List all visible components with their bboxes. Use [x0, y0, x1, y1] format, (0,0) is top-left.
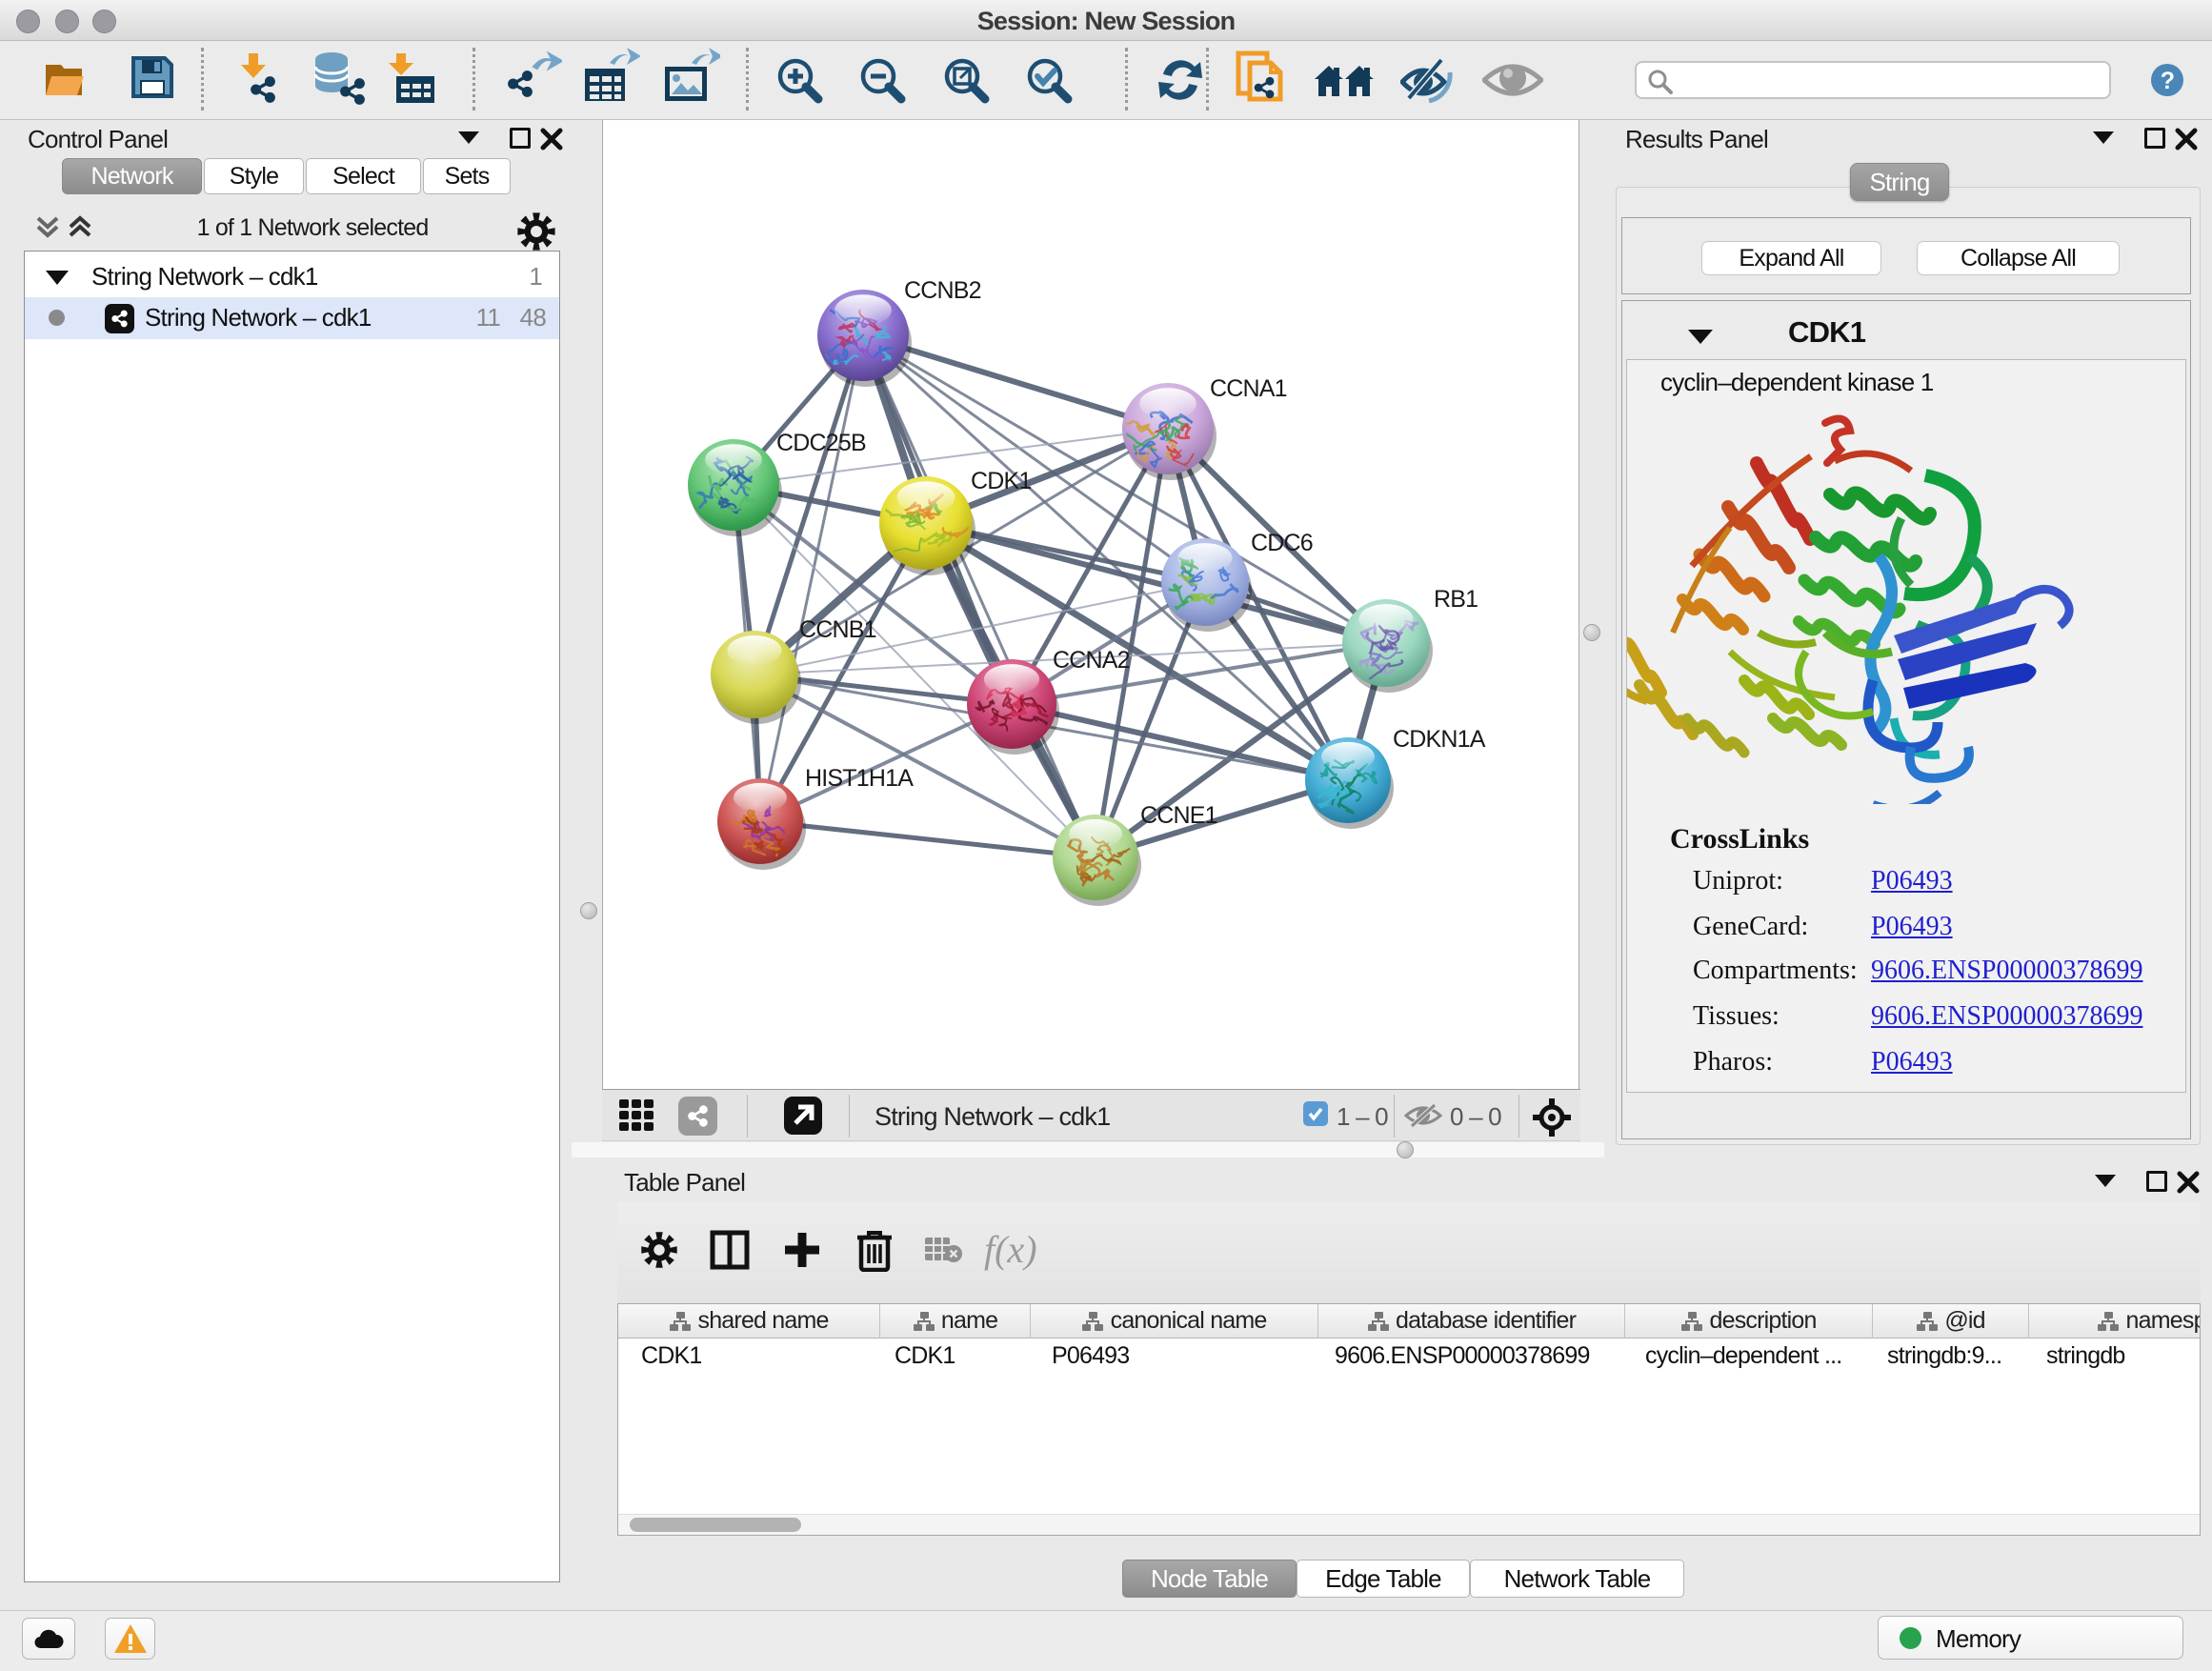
svg-text:CCNB1: CCNB1	[799, 616, 876, 643]
svg-text:CDC6: CDC6	[1251, 530, 1313, 556]
svg-text:CDK1: CDK1	[971, 468, 1032, 494]
svg-text:CCNA2: CCNA2	[1053, 647, 1130, 674]
svg-text:CDKN1A: CDKN1A	[1393, 726, 1486, 753]
svg-text:CCNA1: CCNA1	[1210, 375, 1287, 402]
svg-text:?: ?	[2161, 68, 2174, 94]
svg-text:CCNE1: CCNE1	[1140, 802, 1217, 829]
svg-text:HIST1H1A: HIST1H1A	[805, 765, 914, 792]
svg-text:CCNB2: CCNB2	[904, 277, 981, 304]
svg-text:CDC25B: CDC25B	[776, 430, 866, 456]
svg-text:RB1: RB1	[1434, 586, 1478, 613]
